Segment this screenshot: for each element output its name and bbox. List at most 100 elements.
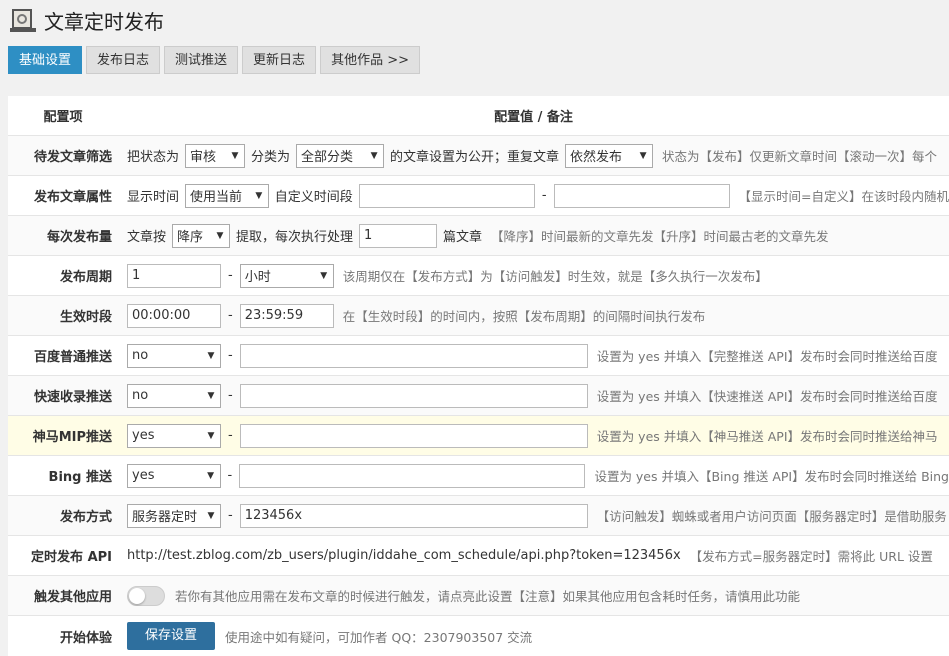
plugin-logo-icon — [10, 8, 36, 32]
chevron-down-icon: ▼ — [207, 350, 215, 361]
order-select[interactable]: 降序 ▼ — [172, 223, 231, 248]
row-label: 生效时段 — [59, 310, 112, 325]
settings-table: 配置项 配置值 / 备注 待发文章筛选 把状态为 审核 ▼ 分类为 全部分类 ▼ 的… — [8, 96, 949, 656]
duplicate-select[interactable]: 依然发布 ▼ — [565, 143, 654, 168]
row-label: 发布文章属性 — [33, 190, 112, 205]
chevron-down-icon: ▼ — [207, 430, 215, 441]
static-text: 自定义时间段 — [274, 190, 353, 205]
static-text: 篇文章 — [443, 230, 483, 245]
status-select[interactable]: 审核 ▼ — [185, 143, 246, 168]
row-note: 若你有其他应用需在发布文章的时候进行触发，请点亮此设置【注意】如果其他应用包含耗… — [175, 589, 801, 604]
row-label: 定时发布 API — [31, 550, 112, 565]
period-start-input[interactable] — [127, 303, 221, 328]
row-label: 开始体验 — [59, 630, 112, 646]
publish-method-select[interactable]: 服务器定时 ▼ — [127, 503, 221, 528]
static-text: 文章按 — [127, 230, 167, 245]
tab-bar: 基础设置 发布日志 测试推送 更新日志 其他作品 >> — [8, 46, 424, 74]
custom-time-start-input[interactable] — [358, 183, 535, 208]
chevron-down-icon: ▼ — [255, 190, 263, 201]
range-separator: - — [228, 428, 233, 443]
static-text: 的文章设置为公开；重复文章 — [390, 150, 560, 165]
custom-time-end-input[interactable] — [553, 183, 730, 208]
tab-update-log[interactable]: 更新日志 — [242, 46, 317, 74]
row-active-period: 生效时段 - 在【生效时段】的时间内，按照【发布周期】的间隔时间执行发布 — [8, 296, 949, 336]
row-start: 开始体验 保存设置 使用途中如有疑问，可加作者 QQ：2307903507 交流 — [8, 616, 949, 656]
category-select[interactable]: 全部分类 ▼ — [296, 143, 385, 168]
row-note: 设置为 yes 并填入【快速推送 API】发布时会同时推送给百度 — [596, 389, 938, 404]
row-note: 设置为 yes 并填入【Bing 推送 API】发布时会同时推送给 Bing — [594, 469, 949, 484]
tab-publish-log[interactable]: 发布日志 — [86, 46, 161, 74]
tab-other-works[interactable]: 其他作品 >> — [320, 46, 420, 74]
range-separator: - — [228, 308, 233, 323]
api-url[interactable]: http://test.zblog.com/zb_users/plugin/id… — [127, 548, 681, 563]
range-separator: - — [228, 388, 233, 403]
row-label: 百度普通推送 — [33, 350, 112, 365]
token-input[interactable] — [239, 503, 588, 528]
period-end-input[interactable] — [239, 303, 334, 328]
tab-basic-settings[interactable]: 基础设置 — [8, 46, 83, 74]
row-publish-method: 发布方式 服务器定时▼ - 【访问触发】蜘蛛或者用户访问页面【服务器定时】是借助… — [8, 496, 949, 536]
bing-push-select[interactable]: yes ▼ — [127, 463, 221, 488]
cycle-value-input[interactable] — [127, 263, 221, 288]
static-text: 显示时间 — [127, 190, 180, 205]
row-note: 设置为 yes 并填入【完整推送 API】发布时会同时推送给百度 — [596, 349, 938, 364]
row-article-attributes: 发布文章属性 显示时间 使用当前 ▼ 自定义时间段 - 【显示时间=自定义】在该时… — [8, 176, 949, 216]
column-header-item: 配置项 — [43, 110, 83, 125]
shenma-api-input[interactable] — [239, 423, 588, 448]
chevron-down-icon: ▼ — [207, 470, 214, 481]
chevron-down-icon: ▼ — [207, 390, 215, 401]
chevron-down-icon: ▼ — [320, 270, 328, 281]
range-separator: - — [228, 508, 233, 523]
row-label: 待发文章筛选 — [33, 150, 112, 165]
range-separator: - — [541, 188, 547, 203]
fast-push-select[interactable]: no ▼ — [127, 383, 221, 408]
batch-count-input[interactable] — [359, 223, 438, 248]
row-baidu-push: 百度普通推送 no ▼ - 设置为 yes 并填入【完整推送 API】发布时会同时… — [8, 336, 949, 376]
row-label: 每次发布量 — [46, 230, 112, 245]
shenma-push-select[interactable]: yes ▼ — [127, 423, 221, 448]
static-text: 分类为 — [251, 150, 291, 165]
row-publish-cycle: 发布周期 - 小时▼ 该周期仅在【发布方式】为【访问触发】时生效，就是【多久执行… — [8, 256, 949, 296]
row-trigger-apps: 触发其他应用 若你有其他应用需在发布文章的时候进行触发，请点亮此设置【注意】如果… — [8, 576, 949, 616]
column-header-value: 配置值 / 备注 — [494, 110, 573, 125]
row-note: 使用途中如有疑问，可加作者 QQ：2307903507 交流 — [225, 629, 533, 645]
baidu-push-select[interactable]: no ▼ — [127, 343, 221, 368]
tab-test-push[interactable]: 测试推送 — [164, 46, 239, 74]
row-label: Bing 推送 — [48, 470, 112, 485]
row-label: 发布周期 — [59, 270, 112, 285]
fast-api-input[interactable] — [239, 383, 588, 408]
bing-api-input[interactable] — [239, 463, 586, 488]
cycle-unit-select[interactable]: 小时 ▼ — [239, 263, 334, 288]
row-note: 【发布方式=服务器定时】需将此 URL 设置 — [689, 549, 933, 564]
row-fast-index-push: 快速收录推送 no ▼ - 设置为 yes 并填入【快速推送 API】发布时会同时… — [8, 376, 949, 416]
trigger-apps-toggle[interactable] — [127, 585, 165, 606]
row-label: 神马MIP推送 — [32, 430, 112, 445]
range-separator: - — [228, 268, 233, 283]
row-note: 【显示时间=自定义】在该时段内随机 — [738, 189, 949, 204]
static-text: 把状态为 — [127, 150, 180, 165]
row-note: 在【生效时段】的时间内，按照【发布周期】的间隔时间执行发布 — [342, 309, 706, 324]
row-shenma-push: 神马MIP推送 yes ▼ - 设置为 yes 并填入【神马推送 API】发布时会… — [8, 416, 949, 456]
row-label: 触发其他应用 — [33, 590, 112, 605]
range-separator: - — [228, 348, 233, 363]
chevron-down-icon: ▼ — [231, 150, 239, 161]
baidu-api-input[interactable] — [239, 343, 588, 368]
chevron-down-icon: ▼ — [216, 230, 224, 241]
row-note: 状态为【发布】仅更新文章时间【滚动一次】每个 — [662, 149, 938, 164]
row-note: 该周期仅在【发布方式】为【访问触发】时生效，就是【多久执行一次发布】 — [342, 269, 768, 284]
table-header-row: 配置项 配置值 / 备注 — [8, 96, 949, 136]
chevron-down-icon: ▼ — [370, 150, 378, 161]
save-settings-button[interactable]: 保存设置 — [127, 622, 216, 650]
row-pending-filter: 待发文章筛选 把状态为 审核 ▼ 分类为 全部分类 ▼ 的文章设置为公开；重复文章 … — [8, 136, 949, 176]
chevron-down-icon: ▼ — [639, 150, 647, 161]
row-bing-push: Bing 推送 yes ▼ - 设置为 yes 并填入【Bing 推送 API】发… — [8, 456, 949, 496]
chevron-down-icon: ▼ — [207, 510, 215, 521]
display-time-select[interactable]: 使用当前 ▼ — [185, 183, 269, 208]
row-note: 设置为 yes 并填入【神马推送 API】发布时会同时推送给神马 — [596, 429, 938, 444]
row-label: 快速收录推送 — [33, 390, 112, 405]
page-title: 文章定时发布 — [44, 9, 164, 34]
row-publish-amount: 每次发布量 文章按 降序▼ 提取，每次执行处理 篇文章 【降序】时间最新的文章先… — [8, 216, 949, 256]
row-label: 发布方式 — [59, 510, 112, 525]
page-header: 文章定时发布 — [0, 0, 949, 40]
row-schedule-api: 定时发布 API http://test.zblog.com/zb_users/… — [8, 536, 949, 576]
